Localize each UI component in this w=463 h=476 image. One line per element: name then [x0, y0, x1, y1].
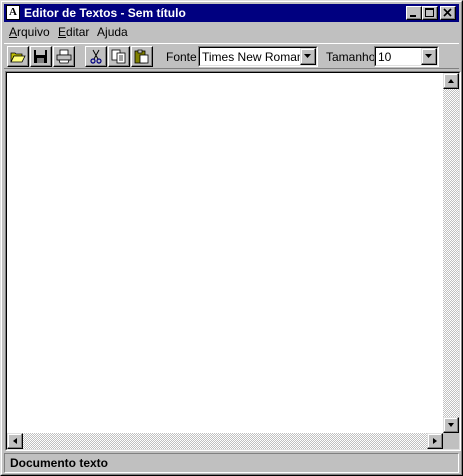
print-button[interactable]	[53, 46, 75, 67]
scroll-up-button[interactable]	[443, 73, 459, 89]
status-bar: Documento texto	[4, 453, 459, 473]
maximize-button[interactable]	[422, 6, 438, 20]
font-label: Fonte	[166, 50, 197, 64]
size-select[interactable]: 10	[374, 46, 439, 67]
font-select[interactable]: Times New Roman	[198, 46, 318, 67]
app-window: A Editor de Textos - Sem título Arquivo …	[0, 0, 463, 476]
scrollbar-corner	[443, 433, 459, 449]
app-icon[interactable]: A	[6, 5, 20, 20]
horizontal-scrollbar[interactable]	[7, 433, 443, 449]
menu-ajuda[interactable]: Ajuda	[97, 25, 128, 39]
status-text: Documento texto	[10, 456, 109, 470]
floppy-disk-icon	[34, 50, 47, 63]
menu-editar[interactable]: Editar	[58, 25, 89, 39]
window-title: Editor de Textos - Sem título	[24, 6, 186, 20]
font-dropdown-button[interactable]	[300, 48, 316, 65]
chevron-down-icon	[304, 54, 311, 58]
arrow-left-icon	[13, 438, 17, 444]
close-button[interactable]	[440, 6, 456, 20]
scroll-left-button[interactable]	[7, 433, 23, 449]
arrow-right-icon	[433, 438, 437, 444]
size-select-value: 10	[378, 50, 392, 64]
scroll-right-button[interactable]	[427, 433, 443, 449]
copy-button[interactable]	[108, 46, 130, 67]
scroll-down-button[interactable]	[443, 417, 459, 433]
title-bar[interactable]: A Editor de Textos - Sem título	[4, 4, 459, 22]
open-folder-icon	[10, 52, 26, 63]
toolbar: Fonte Times New Roman Tamanho 10	[4, 43, 459, 69]
save-button[interactable]	[30, 46, 52, 67]
text-editor-area[interactable]	[5, 71, 461, 451]
minimize-icon	[410, 15, 416, 17]
cut-button[interactable]	[85, 46, 107, 67]
arrow-up-icon	[448, 79, 454, 83]
maximize-icon	[425, 8, 434, 17]
paste-clipboard-icon	[134, 49, 149, 64]
minimize-button[interactable]	[406, 6, 422, 20]
chevron-down-icon	[425, 54, 432, 58]
open-button[interactable]	[7, 46, 29, 67]
size-label: Tamanho	[326, 50, 376, 64]
font-select-value: Times New Roman	[202, 50, 304, 64]
close-icon	[443, 8, 452, 17]
size-dropdown-button[interactable]	[421, 48, 437, 65]
menu-arquivo[interactable]: Arquivo	[9, 25, 50, 39]
scissors-icon	[90, 49, 102, 64]
paste-button[interactable]	[131, 46, 153, 67]
vertical-scrollbar[interactable]	[443, 73, 459, 433]
printer-icon	[56, 49, 72, 64]
copy-icon	[111, 49, 126, 64]
arrow-down-icon	[448, 423, 454, 427]
